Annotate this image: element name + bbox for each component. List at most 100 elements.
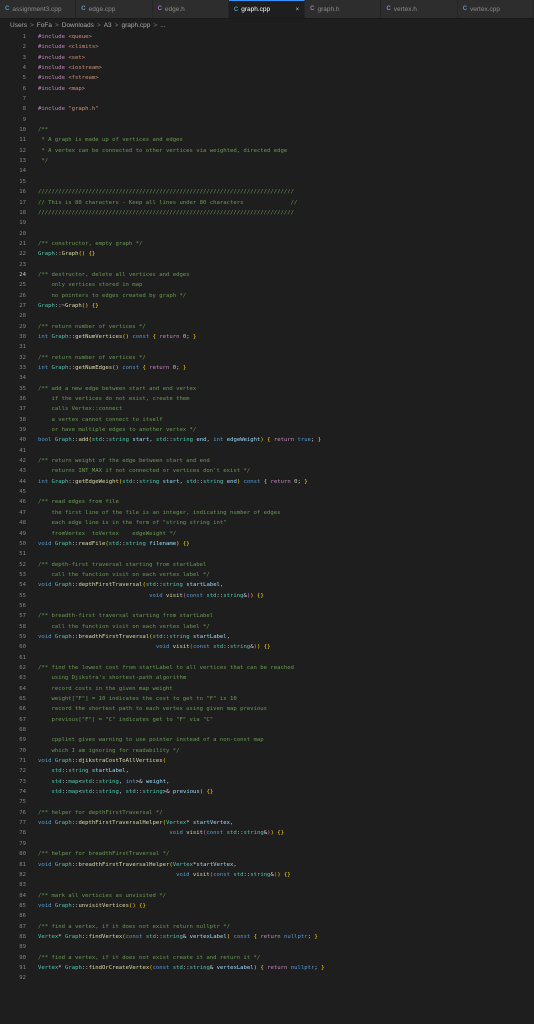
code-editor[interactable]: 1 #include <queue> 2 #include <climits> 3 #in…: [0, 32, 534, 984]
breadcrumb-item[interactable]: FoFa: [37, 22, 52, 29]
code-token: #include: [38, 65, 69, 72]
code-line: 1 #include <queue>: [0, 32, 534, 42]
code-text: previous["F"] = "C" indicates get to "F"…: [38, 715, 534, 725]
line-number: 62: [19, 664, 26, 671]
line-number: 12: [19, 147, 26, 154]
breadcrumb-separator: >: [29, 22, 34, 29]
code-token: std: [145, 933, 156, 940]
code-token: /** find a vertex, if it does not exist …: [38, 954, 261, 961]
code-token: Graph: [64, 933, 82, 940]
code-token: */: [38, 158, 49, 165]
code-line: 61: [0, 653, 534, 663]
breadcrumb-item[interactable]: Users: [10, 22, 27, 29]
code-token: void: [38, 540, 55, 547]
line-number: 68: [19, 727, 26, 734]
code-token: ,: [226, 633, 231, 640]
code-text: /** find a vertex, if it does not exist …: [38, 953, 534, 963]
breadcrumb-item[interactable]: graph.cpp: [121, 22, 150, 29]
code-token: }: [304, 478, 308, 485]
code-token: startLabel: [186, 582, 220, 589]
code-token: string: [68, 768, 92, 775]
code-token: * A graph is made up of vertices and edg…: [38, 137, 183, 144]
code-text: ////////////////////////////////////////…: [38, 187, 534, 197]
code-token: /** destructor, delete all vertices and …: [38, 271, 190, 278]
code-text: calls Vertex::connect: [38, 404, 534, 414]
code-token: std: [155, 437, 167, 444]
code-token: <fstream>: [68, 75, 99, 82]
code-token: each edge line is in the form of "string…: [38, 520, 227, 527]
code-token: /** read edges from file: [38, 499, 119, 506]
code-line: 74 std::map<std::string, std::string>& p…: [0, 787, 534, 797]
code-line: 10 /**: [0, 125, 534, 135]
code-text: Graph::Graph() {}: [38, 249, 534, 259]
code-text: void Graph::depthFirstTraversalHelper(Ve…: [38, 818, 534, 828]
code-token: add: [78, 437, 89, 444]
code-token: visit: [165, 592, 183, 599]
code-line: 68: [0, 725, 534, 735]
code-token: a vertex cannot connect to itself: [38, 416, 163, 423]
code-token: visit: [172, 644, 190, 651]
code-line: 56: [0, 601, 534, 611]
code-line: 60 void visit(const std::string&)) {}: [0, 642, 534, 652]
tab-vertex-cpp[interactable]: Cvertex.cpp: [457, 0, 534, 18]
code-text: #include <queue>: [38, 32, 534, 42]
line-number: 63: [19, 675, 26, 682]
code-line: 17 // This is 80 characters - Keep all li…: [0, 198, 534, 208]
code-token: std: [172, 964, 183, 971]
tab-assignment3-cpp[interactable]: Cassignment3.cpp: [0, 0, 77, 18]
code-token: ,: [118, 789, 126, 796]
tab-edge-cpp[interactable]: Cedge.cpp: [76, 0, 153, 18]
tab-label: edge.h: [164, 5, 185, 13]
code-text: /** find the lowest cost from startLabel…: [38, 663, 534, 673]
tab-edge-h[interactable]: Cedge.h: [152, 0, 229, 18]
code-token: Graph: [38, 302, 55, 309]
code-token: returns INT_MAX if not connected or vert…: [38, 468, 251, 475]
code-line: 7: [0, 94, 534, 104]
line-number: 78: [19, 830, 26, 837]
breadcrumb-item[interactable]: ...: [160, 22, 165, 29]
cpp-file-icon: C: [462, 6, 468, 12]
line-number: 7: [22, 96, 26, 103]
code-line: 46 /** read edges from file: [0, 497, 534, 507]
code-token: visit: [186, 830, 204, 837]
code-text: void visit(const std::string&)) {}: [38, 591, 534, 601]
code-token: weight["F"] = 10 indicates the cost to g…: [38, 696, 237, 702]
code-text: int Graph::getNumVertices() const { retu…: [38, 332, 534, 342]
code-line: 91 Vertex* Graph::findOrCreateVertex(cons…: [0, 963, 534, 973]
code-token: return: [267, 964, 291, 971]
code-token: const: [206, 830, 227, 837]
tab-graph-cpp[interactable]: Cgraph.cpp ×: [228, 0, 306, 18]
code-token: calls Vertex::connect: [38, 406, 123, 413]
code-token: /** constructor, empty graph */: [38, 240, 143, 247]
line-number: 61: [19, 654, 26, 661]
code-token: string: [189, 964, 210, 971]
code-text: /** mark all verticies as unvisited */: [38, 891, 534, 901]
code-text: std::map<std::string, std::string>& prev…: [38, 787, 534, 797]
tab-vertex-h[interactable]: Cvertex.h: [381, 0, 458, 18]
line-number: 52: [19, 561, 26, 568]
tab-graph-h[interactable]: Cgraph.h: [305, 0, 382, 18]
line-number: 24: [19, 271, 26, 278]
code-token: std: [81, 778, 92, 785]
breadcrumb-item[interactable]: Downloads: [62, 22, 94, 29]
code-token: string: [223, 592, 244, 599]
code-text: returns INT_MAX if not connected or vert…: [38, 466, 534, 476]
breadcrumb-item[interactable]: A3: [104, 22, 112, 29]
code-text: void Graph::readFile(std::string filenam…: [38, 539, 534, 549]
code-token: breadthFirstTraversalHelper: [78, 861, 170, 868]
line-number: 34: [19, 375, 26, 382]
code-token: Graph: [54, 437, 72, 444]
code-line: 3 #include <set>: [0, 53, 534, 63]
code-token: void: [169, 830, 187, 837]
close-tab-icon[interactable]: ×: [296, 7, 300, 13]
code-line: 29 /** return number of vertices */: [0, 322, 534, 332]
code-token: std: [186, 478, 197, 485]
code-token: int: [38, 333, 52, 340]
code-text: Vertex* Graph::findOrCreateVertex(const …: [38, 963, 534, 973]
